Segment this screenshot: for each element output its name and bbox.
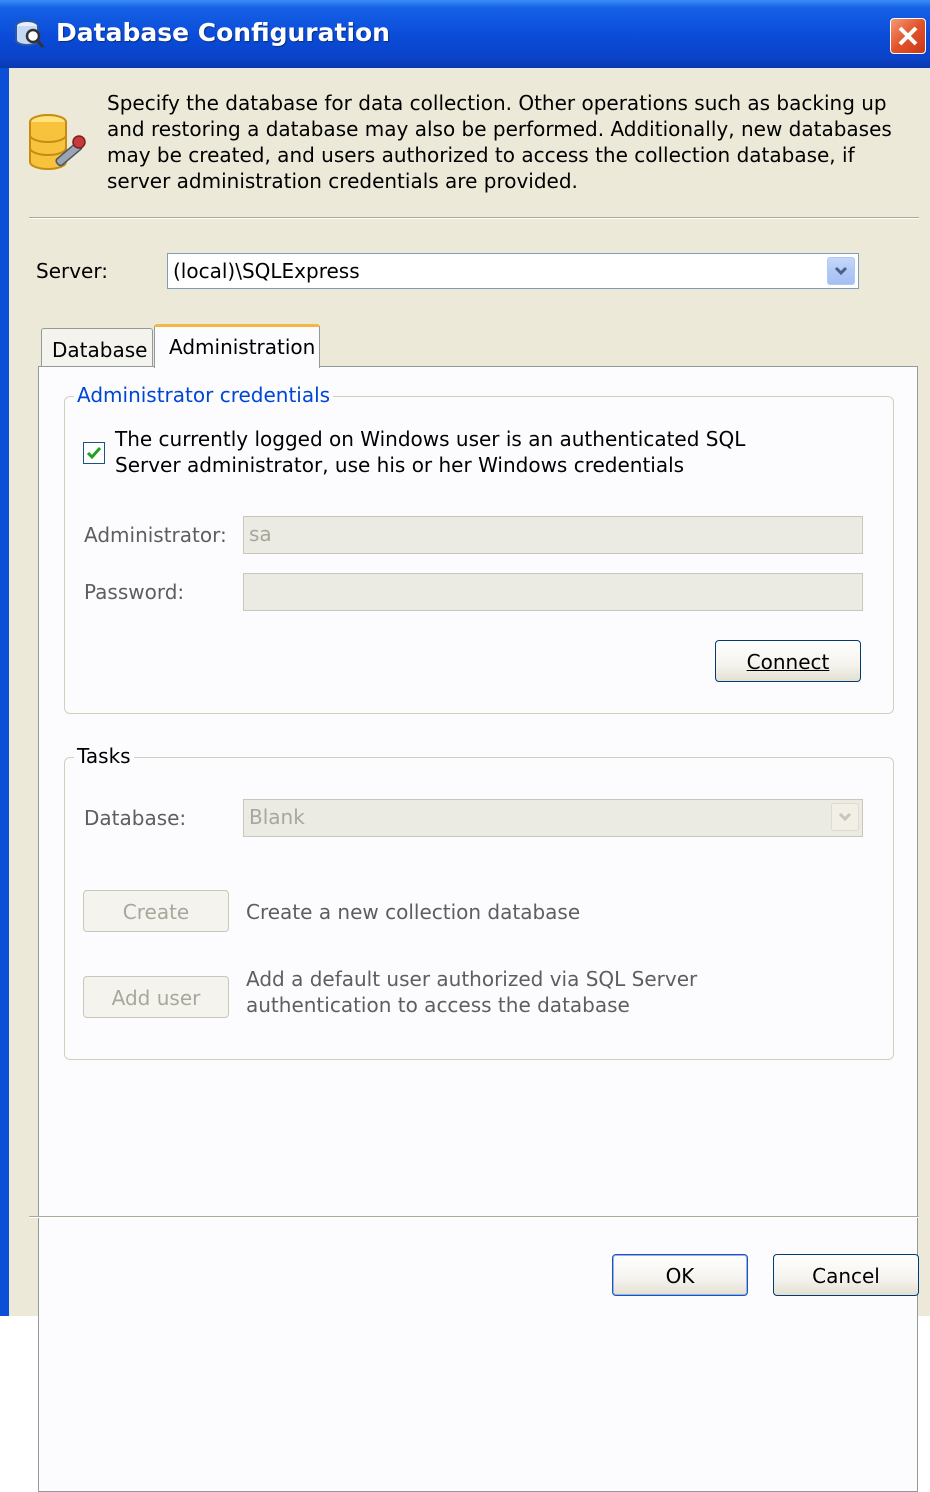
add-user-description: Add a default user authorized via SQL Se… bbox=[246, 967, 698, 1017]
tasks-database-value: Blank bbox=[249, 805, 305, 829]
create-button-label: Create bbox=[122, 900, 190, 924]
connect-button-label: Connect bbox=[746, 650, 830, 674]
title-bar[interactable]: Database Configuration bbox=[0, 0, 930, 68]
checkmark-icon bbox=[86, 447, 102, 460]
dialog-client: Specify the database for data collection… bbox=[9, 68, 930, 1492]
admin-credentials-title: Administrator credentials bbox=[74, 383, 334, 407]
password-label: Password: bbox=[84, 580, 185, 604]
header-separator bbox=[29, 217, 919, 219]
footer-separator bbox=[29, 1216, 919, 1218]
administrator-field[interactable]: sa bbox=[243, 516, 863, 554]
header-description: Specify the database for data collection… bbox=[107, 91, 892, 193]
server-value: (local)\SQLExpress bbox=[173, 259, 360, 283]
tab-administration[interactable]: Administration bbox=[154, 324, 320, 368]
cancel-button[interactable]: Cancel bbox=[773, 1254, 919, 1296]
add-user-button-label: Add user bbox=[111, 986, 201, 1010]
use-windows-credentials-checkbox[interactable] bbox=[83, 442, 105, 464]
administrator-label: Administrator: bbox=[84, 523, 227, 547]
window-title: Database Configuration bbox=[56, 18, 390, 47]
create-button[interactable]: Create bbox=[83, 890, 229, 932]
tasks-title: Tasks bbox=[74, 744, 134, 768]
tab-administration-label: Administration bbox=[169, 335, 316, 359]
tasks-database-combo[interactable]: Blank bbox=[243, 799, 863, 837]
ok-button[interactable]: OK bbox=[612, 1254, 748, 1296]
tasks-database-label: Database: bbox=[84, 806, 187, 830]
tasks-database-dropdown-button[interactable] bbox=[831, 803, 859, 831]
database-search-icon bbox=[12, 17, 46, 51]
server-dropdown-button[interactable] bbox=[827, 257, 855, 285]
cancel-button-label: Cancel bbox=[812, 1264, 880, 1288]
connect-button[interactable]: Connect bbox=[715, 640, 861, 682]
server-combo[interactable]: (local)\SQLExpress bbox=[167, 253, 859, 289]
create-description: Create a new collection database bbox=[246, 900, 581, 924]
server-label: Server: bbox=[36, 259, 108, 283]
ok-button-label: OK bbox=[665, 1264, 695, 1288]
chevron-down-icon bbox=[838, 812, 852, 822]
tab-database[interactable]: Database bbox=[41, 328, 153, 366]
database-config-icon bbox=[26, 110, 88, 182]
administrator-value: sa bbox=[249, 522, 272, 546]
close-button[interactable] bbox=[890, 18, 926, 54]
chevron-down-icon bbox=[834, 266, 848, 276]
tab-database-label: Database bbox=[52, 338, 148, 362]
dialog-window: Database Configuration Specify the datab… bbox=[0, 0, 930, 1492]
add-user-button[interactable]: Add user bbox=[83, 976, 229, 1018]
password-field[interactable] bbox=[243, 573, 863, 611]
use-windows-credentials-label[interactable]: The currently logged on Windows user is … bbox=[115, 426, 815, 478]
close-icon bbox=[898, 26, 918, 46]
